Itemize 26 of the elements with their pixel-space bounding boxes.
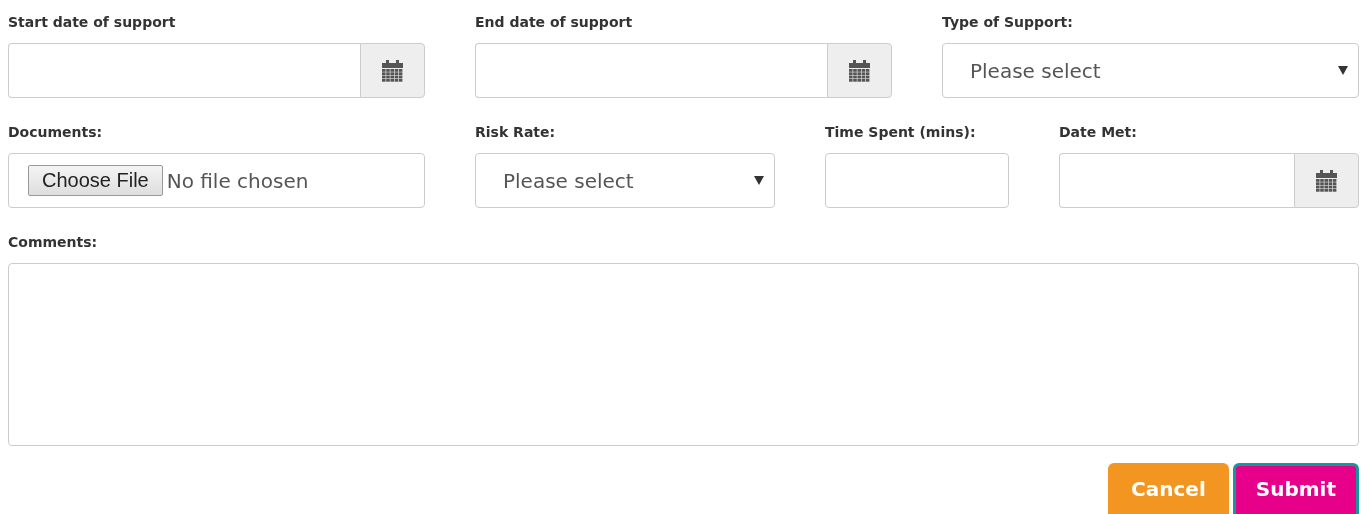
field-label: Documents: [8, 123, 103, 142]
input-field[interactable] [825, 153, 1009, 208]
field-label: Time Spent (mins): [825, 123, 976, 142]
select-dropdown[interactable]: Please select [475, 153, 775, 208]
calendar-button[interactable] [827, 43, 892, 98]
field-label: Comments: [8, 233, 98, 252]
field-label: Date Met: [1059, 123, 1137, 142]
submit-button[interactable]: Submit [1232, 463, 1359, 514]
calendar-button[interactable] [360, 43, 425, 98]
field-label: Start date of support [8, 13, 176, 32]
date-field[interactable] [1059, 153, 1294, 208]
comments-field[interactable] [8, 263, 1359, 446]
field-label: Risk Rate: [475, 123, 556, 142]
caret-icon [754, 176, 764, 185]
select-dropdown[interactable]: Please select [942, 43, 1359, 98]
date-field[interactable] [475, 43, 827, 98]
choose-file-button[interactable]: Choose File [28, 165, 163, 196]
calendar-icon [1316, 169, 1337, 192]
calendar-icon [382, 59, 403, 82]
date-field[interactable] [8, 43, 360, 98]
caret-icon [1338, 66, 1348, 75]
field-label: Type of Support: [942, 13, 1073, 32]
calendar-button[interactable] [1294, 153, 1359, 208]
file-status: No file chosen [166, 168, 309, 193]
calendar-icon [849, 59, 870, 82]
field-label: End date of support [475, 13, 633, 32]
